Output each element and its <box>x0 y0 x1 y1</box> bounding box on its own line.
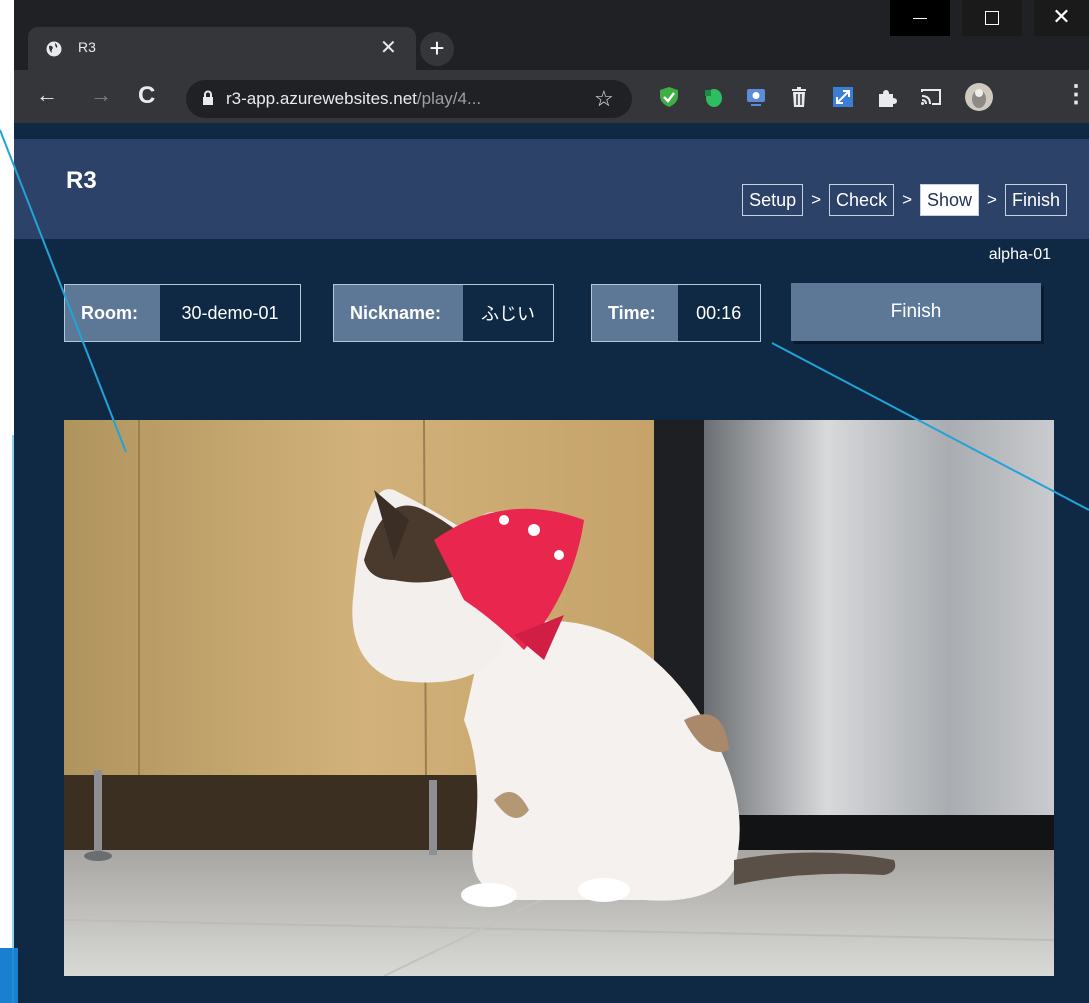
nickname-label: Nickname: <box>334 285 464 341</box>
room-box: Room: 30-demo-01 <box>64 284 301 342</box>
shield-check-icon[interactable] <box>658 86 680 108</box>
browser-tab[interactable]: R3 ✕ <box>28 27 416 70</box>
maximize-button[interactable] <box>962 0 1022 36</box>
bookmark-star-icon[interactable]: ☆ <box>594 86 614 112</box>
step-breadcrumb: Setup > Check > Show > Finish <box>742 184 1067 216</box>
url-text: r3-app.azurewebsites.net/play/4... <box>226 89 481 109</box>
browser-toolbar: ← → C r3-app.azurewebsites.net/play/4...… <box>14 70 1089 123</box>
step-separator: > <box>987 190 997 209</box>
url-host: r3-app.azurewebsites.net <box>226 89 417 108</box>
time-label: Time: <box>592 285 678 341</box>
cat-video-frame <box>64 420 1054 976</box>
step-separator: > <box>811 190 822 209</box>
tab-close-icon[interactable]: ✕ <box>380 35 397 60</box>
tab-title: R3 <box>78 39 96 55</box>
globe-icon <box>46 41 62 57</box>
time-value: 00:16 <box>677 285 760 341</box>
trash-icon[interactable] <box>788 86 810 108</box>
puzzle-icon[interactable] <box>876 86 898 108</box>
finish-button[interactable]: Finish <box>791 283 1041 341</box>
back-icon[interactable]: ← <box>36 82 58 108</box>
more-menu-icon[interactable]: ⋮ <box>1064 80 1088 109</box>
app-logo: R3 <box>66 167 97 194</box>
url-path: /play/4... <box>416 89 482 108</box>
close-window-button[interactable]: ✕ <box>1034 0 1089 36</box>
step-check[interactable]: Check <box>829 184 895 216</box>
forward-icon[interactable]: → <box>90 82 112 108</box>
app-header: R3 Setup > Check > Show > Finish <box>14 139 1089 239</box>
screen-icon[interactable] <box>745 86 767 108</box>
profile-avatar[interactable] <box>964 82 994 112</box>
cast-icon[interactable] <box>920 86 942 108</box>
new-tab-button[interactable]: + <box>420 32 454 66</box>
address-bar[interactable]: r3-app.azurewebsites.net/play/4... ☆ <box>186 80 632 118</box>
step-finish[interactable]: Finish <box>1004 184 1067 216</box>
tab-strip: R3 ✕ + ✕ <box>14 0 1089 70</box>
room-value: 30-demo-01 <box>160 285 300 341</box>
step-show[interactable]: Show <box>920 184 980 216</box>
resize-icon[interactable] <box>832 86 854 108</box>
nickname-value: ふじい <box>463 285 554 341</box>
lock-icon <box>203 90 213 105</box>
room-label: Room: <box>65 285 160 341</box>
minimize-button[interactable] <box>890 0 950 36</box>
step-setup[interactable]: Setup <box>742 184 804 216</box>
browser-window: R3 ✕ + ✕ ← → C r3-app.azurewebsites.net/… <box>14 0 1089 1003</box>
reload-icon[interactable]: C <box>138 82 155 110</box>
step-separator: > <box>902 190 913 209</box>
app-page: R3 Setup > Check > Show > Finish alpha-0… <box>14 123 1089 1003</box>
time-box: Time: 00:16 <box>591 284 761 342</box>
user-id: alpha-01 <box>988 246 1051 263</box>
evernote-icon[interactable] <box>702 86 724 108</box>
left-accent-bar <box>0 948 18 1003</box>
nickname-box: Nickname: ふじい <box>333 284 555 342</box>
video-player[interactable] <box>64 420 1054 976</box>
